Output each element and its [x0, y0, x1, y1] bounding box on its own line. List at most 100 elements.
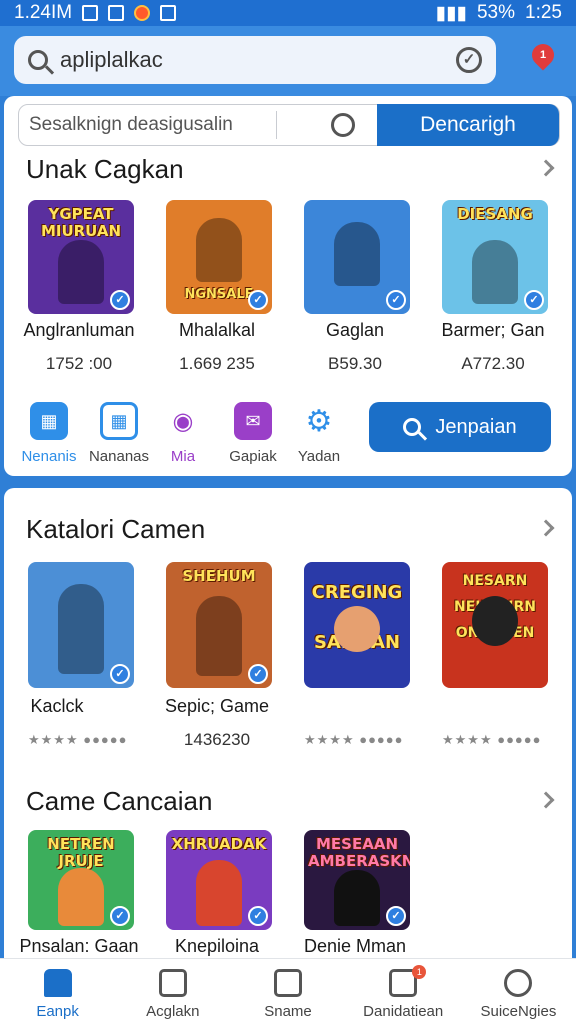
game-name: Kaclck	[30, 696, 84, 716]
notification-pin-icon[interactable]: 1	[527, 39, 559, 71]
character-art	[58, 584, 104, 674]
chart-icon	[158, 969, 187, 997]
chevron-right-icon[interactable]	[537, 159, 555, 177]
quick-actions: ▦ Nenanis ▦ Nananas ◉ Mia ✉ Gapiak ⚙ Yad…	[4, 402, 364, 466]
quick-action[interactable]: ✉ Gapiak	[218, 402, 288, 465]
filter-bar: Sesalknign deasigusalin Dencarigh	[18, 104, 560, 146]
status-time-right: 1:25	[525, 2, 562, 23]
verified-icon: ✓	[248, 290, 268, 310]
verified-icon: ✓	[110, 906, 130, 926]
mail-icon	[274, 969, 302, 997]
character-art	[58, 240, 104, 304]
verified-icon: ✓	[110, 664, 130, 684]
search-button-label: Jenpaian	[435, 415, 517, 438]
search-icon	[403, 418, 422, 436]
nav-label: Danidatiean	[363, 1003, 444, 1020]
check-icon[interactable]: ✓	[456, 47, 482, 73]
rating-stars: ★★★★ ●●●●●	[28, 732, 128, 747]
game-tile[interactable]: NESARN NEIENHRN ONAGUEN	[442, 562, 548, 688]
refresh-icon[interactable]	[331, 113, 355, 137]
download-icon	[160, 5, 177, 21]
nav-home[interactable]: Eanpk	[0, 959, 115, 1024]
game-value: 1.669 235	[179, 354, 255, 373]
search-query[interactable]: apliplalkac	[60, 47, 163, 73]
nav-label: Eanpk	[36, 1003, 79, 1020]
search-icon	[28, 50, 48, 70]
signal-icon: ▮▮▮	[435, 2, 467, 24]
game-name: Barmer; Gan	[441, 320, 545, 340]
character-art	[196, 218, 242, 282]
app-icon	[108, 5, 125, 21]
tile-title: DIESANG	[457, 205, 533, 223]
nav-messages[interactable]: Sname	[230, 959, 345, 1024]
nav-calendar[interactable]: 1 Danidatiean	[346, 959, 461, 1024]
character-art	[334, 606, 380, 652]
tile-title: MESEAAN AMBERASKN	[308, 835, 410, 870]
search-bar[interactable]: apliplalkac ✓	[14, 36, 496, 84]
game-value: 1752 :00	[45, 354, 113, 373]
game-tile[interactable]: NETREN JRUJE ✓	[28, 830, 134, 930]
filter-input[interactable]: Sesalknign deasigusalin	[19, 111, 277, 139]
chevron-right-icon[interactable]	[537, 519, 555, 537]
tile-title: NETREN JRUJE	[47, 835, 115, 870]
verified-icon: ✓	[386, 906, 406, 926]
home-icon	[43, 969, 72, 997]
game-tile[interactable]: YGPEAT MIURUAN ✓	[28, 200, 134, 314]
tile-title: YGPEAT MIURUAN	[40, 205, 122, 240]
quick-action[interactable]: ⚙ Yadan	[284, 402, 354, 465]
quick-action[interactable]: ▦ Nenanis	[14, 402, 84, 465]
nav-label: SuiceNgies	[480, 1003, 557, 1020]
game-tile[interactable]: MESEAAN AMBERASKN ✓	[304, 830, 410, 930]
verified-icon: ✓	[386, 290, 406, 310]
game-name: Sepic; Game	[164, 696, 270, 716]
grid-icon: ▦	[100, 402, 138, 440]
quick-action[interactable]: ◉ Mia	[148, 402, 218, 465]
game-value: 1436230	[183, 730, 251, 749]
character-art	[334, 222, 380, 286]
character-art	[196, 596, 242, 676]
game-tile[interactable]: ✓	[28, 562, 134, 688]
calendar-icon: ▦	[30, 402, 68, 440]
section-title: Unak Cagkan	[26, 154, 184, 184]
game-tile[interactable]: SHEHUM ✓	[166, 562, 272, 688]
filter-button[interactable]: Dencarigh	[377, 104, 559, 146]
game-tile[interactable]: NGNSALF ✓	[166, 200, 272, 314]
verified-icon: ✓	[248, 906, 268, 926]
featured-panel: Sesalknign deasigusalin Dencarigh Unak C…	[4, 96, 572, 476]
game-name: Pnsalan: Gaan	[19, 936, 139, 956]
game-name: Knepiloina	[174, 936, 260, 956]
alert-icon	[134, 5, 151, 21]
game-tile[interactable]: ✓	[304, 200, 410, 314]
game-name: Gaglan	[325, 320, 385, 340]
battery-level: 53%	[476, 2, 516, 23]
bottom-nav: Eanpk Acglakn Sname 1 Danidatiean SuiceN…	[0, 958, 576, 1024]
nav-categories[interactable]: Acglakn	[115, 959, 230, 1024]
mail-icon: ✉	[234, 402, 272, 440]
verified-icon: ✓	[248, 664, 268, 684]
game-tile[interactable]: CREGING SAFMAN	[304, 562, 410, 688]
quick-action-label: Gapiak	[229, 448, 277, 465]
quick-action-label: Nenanis	[21, 448, 77, 465]
game-tile[interactable]: XHRUADAK ✓	[166, 830, 272, 930]
game-name: Anglranluman	[23, 320, 135, 340]
search-button[interactable]: Jenpaian	[369, 402, 551, 452]
game-value: A772.30	[461, 354, 525, 373]
user-icon: ◉	[164, 402, 202, 440]
chevron-right-icon[interactable]	[537, 791, 555, 809]
game-tile[interactable]: DIESANG ✓	[442, 200, 548, 314]
character-art	[58, 868, 104, 926]
status-time-left: 1.24IM	[14, 2, 73, 23]
game-value: B59.30	[328, 354, 382, 373]
quick-action[interactable]: ▦ Nananas	[84, 402, 154, 465]
nav-badge: 1	[412, 965, 427, 979]
verified-icon: ✓	[524, 290, 544, 310]
app-header: apliplalkac ✓ 1	[0, 26, 576, 96]
tile-title: SHEHUM	[182, 567, 256, 585]
user-icon	[504, 969, 533, 997]
quick-action-label: Mia	[170, 448, 196, 465]
quick-action-label: Yadan	[297, 448, 341, 465]
game-name: Mhalalkal	[178, 320, 256, 340]
game-name: Denie Mman	[303, 936, 407, 956]
nav-profile[interactable]: SuiceNgies	[461, 959, 576, 1024]
rating-stars: ★★★★ ●●●●●	[442, 732, 542, 747]
